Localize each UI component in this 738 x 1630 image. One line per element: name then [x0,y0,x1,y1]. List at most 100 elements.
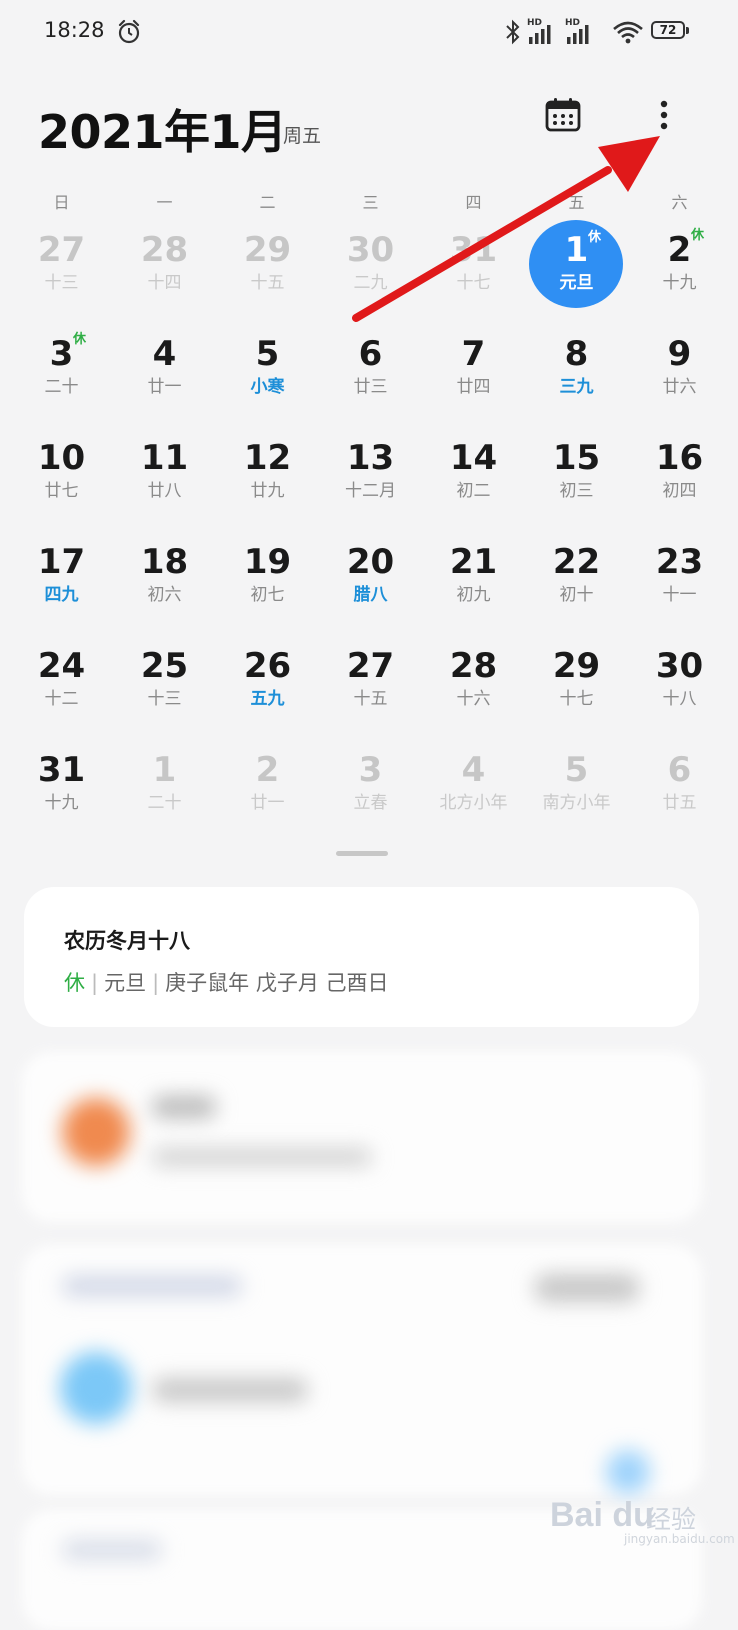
lunar-info-card: 农历冬月十八 休 | 元旦 | 庚子鼠年 戊子月 己酉日 [24,887,699,1027]
day-cell[interactable]: 26 五九 [216,636,319,736]
lunar-label: 腊八 [353,585,388,605]
day-number: 9 [667,334,692,374]
day-cell[interactable]: 31 十九 [10,740,113,840]
lunar-label: 二九 [353,273,388,293]
day-cell[interactable]: 5 小寒 [216,324,319,424]
day-cell[interactable]: 13 十二月 [319,428,422,528]
day-cell[interactable]: 22 初十 [525,532,628,632]
lunar-label: 初七 [250,585,285,605]
day-cell[interactable]: 4 廿一 [113,324,216,424]
day-cell[interactable]: 10 廿七 [10,428,113,528]
lunar-label: 廿九 [250,481,285,501]
blurred-text-5 [62,1540,162,1560]
day-cell[interactable]: 17 四九 [10,532,113,632]
lunar-label: 三九 [559,377,594,397]
day-cell[interactable]: 3 二十 休 [10,324,113,424]
lunar-label: 十九 [44,793,79,813]
baidu-watermark: Bai du 经验 jingyan.baidu.com [550,1488,735,1548]
lunar-label: 南方小年 [542,793,611,813]
day-cell[interactable]: 25 十三 [113,636,216,736]
signal-2-icon: HD [565,18,597,46]
more-options-icon[interactable] [655,98,673,136]
blurred-avatar-blue [60,1352,132,1424]
day-cell[interactable]: 18 初六 [113,532,216,632]
day-cell[interactable]: 6 廿三 [319,324,422,424]
day-cell[interactable]: 9 廿六 [628,324,731,424]
day-cell[interactable]: 27 十五 [319,636,422,736]
day-cell[interactable]: 12 廿九 [216,428,319,528]
day-cell[interactable]: 20 腊八 [319,532,422,632]
day-cell[interactable]: 19 初七 [216,532,319,632]
day-cell[interactable]: 27 十三 [10,220,113,320]
lunar-label: 初九 [456,585,491,605]
lunar-label: 十三 [147,689,182,709]
lunar-label: 十六 [456,689,491,709]
battery-icon: 72 [651,21,691,43]
day-number: 16 [655,438,704,478]
header-weekday: 周五 [283,125,322,147]
calendar-today-icon[interactable] [544,96,582,134]
weekday-fri: 五 [568,193,585,212]
day-cell[interactable]: 8 三九 [525,324,628,424]
day-number: 3 [49,334,74,374]
day-cell[interactable]: 5 南方小年 [525,740,628,840]
weekday-sun: 日 [53,193,70,212]
day-cell[interactable]: 31 十七 [422,220,525,320]
day-number: 11 [140,438,189,478]
day-cell[interactable]: 24 十二 [10,636,113,736]
lunar-detail-line: 休 | 元旦 | 庚子鼠年 戊子月 己酉日 [64,971,389,995]
day-cell[interactable]: 16 初四 [628,428,731,528]
day-cell[interactable]: 3 立春 [319,740,422,840]
day-cell[interactable]: 30 十八 [628,636,731,736]
weekday-row: 日 一 二 三 四 五 六 [10,189,732,213]
lunar-label: 北方小年 [439,793,508,813]
day-cell[interactable]: 23 十一 [628,532,731,632]
day-cell[interactable]: 30 二九 [319,220,422,320]
blurred-button [534,1274,640,1302]
day-cell[interactable]: 7 廿四 [422,324,525,424]
lunar-label: 二十 [147,793,182,813]
day-number: 5 [564,750,589,790]
status-time: 18:28 [44,18,105,42]
day-cell[interactable]: 6 廿五 [628,740,731,840]
day-number: 18 [140,542,189,582]
day-number: 30 [346,230,395,270]
lunar-label: 十二月 [345,481,396,501]
day-cell[interactable]: 29 十七 [525,636,628,736]
day-cell[interactable]: 1 二十 [113,740,216,840]
lunar-label: 廿三 [353,377,388,397]
day-number: 24 [37,646,86,686]
day-number: 6 [667,750,692,790]
day-number: 22 [552,542,601,582]
day-cell[interactable]: 28 十六 [422,636,525,736]
day-number: 29 [552,646,601,686]
lunar-label: 元旦 [559,273,594,293]
lunar-label: 十四 [147,273,182,293]
blurred-text-1 [152,1096,216,1118]
day-cell[interactable]: 4 北方小年 [422,740,525,840]
day-cell[interactable]: 28 十四 [113,220,216,320]
month-title[interactable]: 2021年1月 [38,96,287,162]
lunar-label: 十三 [44,273,79,293]
day-cell[interactable]: 21 初九 [422,532,525,632]
drag-handle[interactable] [336,851,388,856]
wifi-icon [613,21,643,44]
day-number: 8 [564,334,589,374]
day-cell[interactable]: 11 廿八 [113,428,216,528]
weekday-wed: 三 [362,193,379,212]
day-cell[interactable]: 29 十五 [216,220,319,320]
day-cell[interactable]: 15 初三 [525,428,628,528]
day-cell[interactable]: 1 元旦 休 [525,220,628,320]
day-cell[interactable]: 14 初二 [422,428,525,528]
lunar-label: 十五 [250,273,285,293]
day-number: 12 [243,438,292,478]
day-number: 1 [152,750,177,790]
day-number: 4 [152,334,177,374]
day-cell[interactable]: 2 廿一 [216,740,319,840]
lunar-label: 五九 [250,689,285,709]
lunar-label: 十一 [662,585,697,605]
day-number: 15 [552,438,601,478]
lunar-label: 初四 [662,481,697,501]
ganzhi-text: 庚子鼠年 戊子月 己酉日 [165,971,389,995]
day-cell[interactable]: 2 十九 休 [628,220,731,320]
